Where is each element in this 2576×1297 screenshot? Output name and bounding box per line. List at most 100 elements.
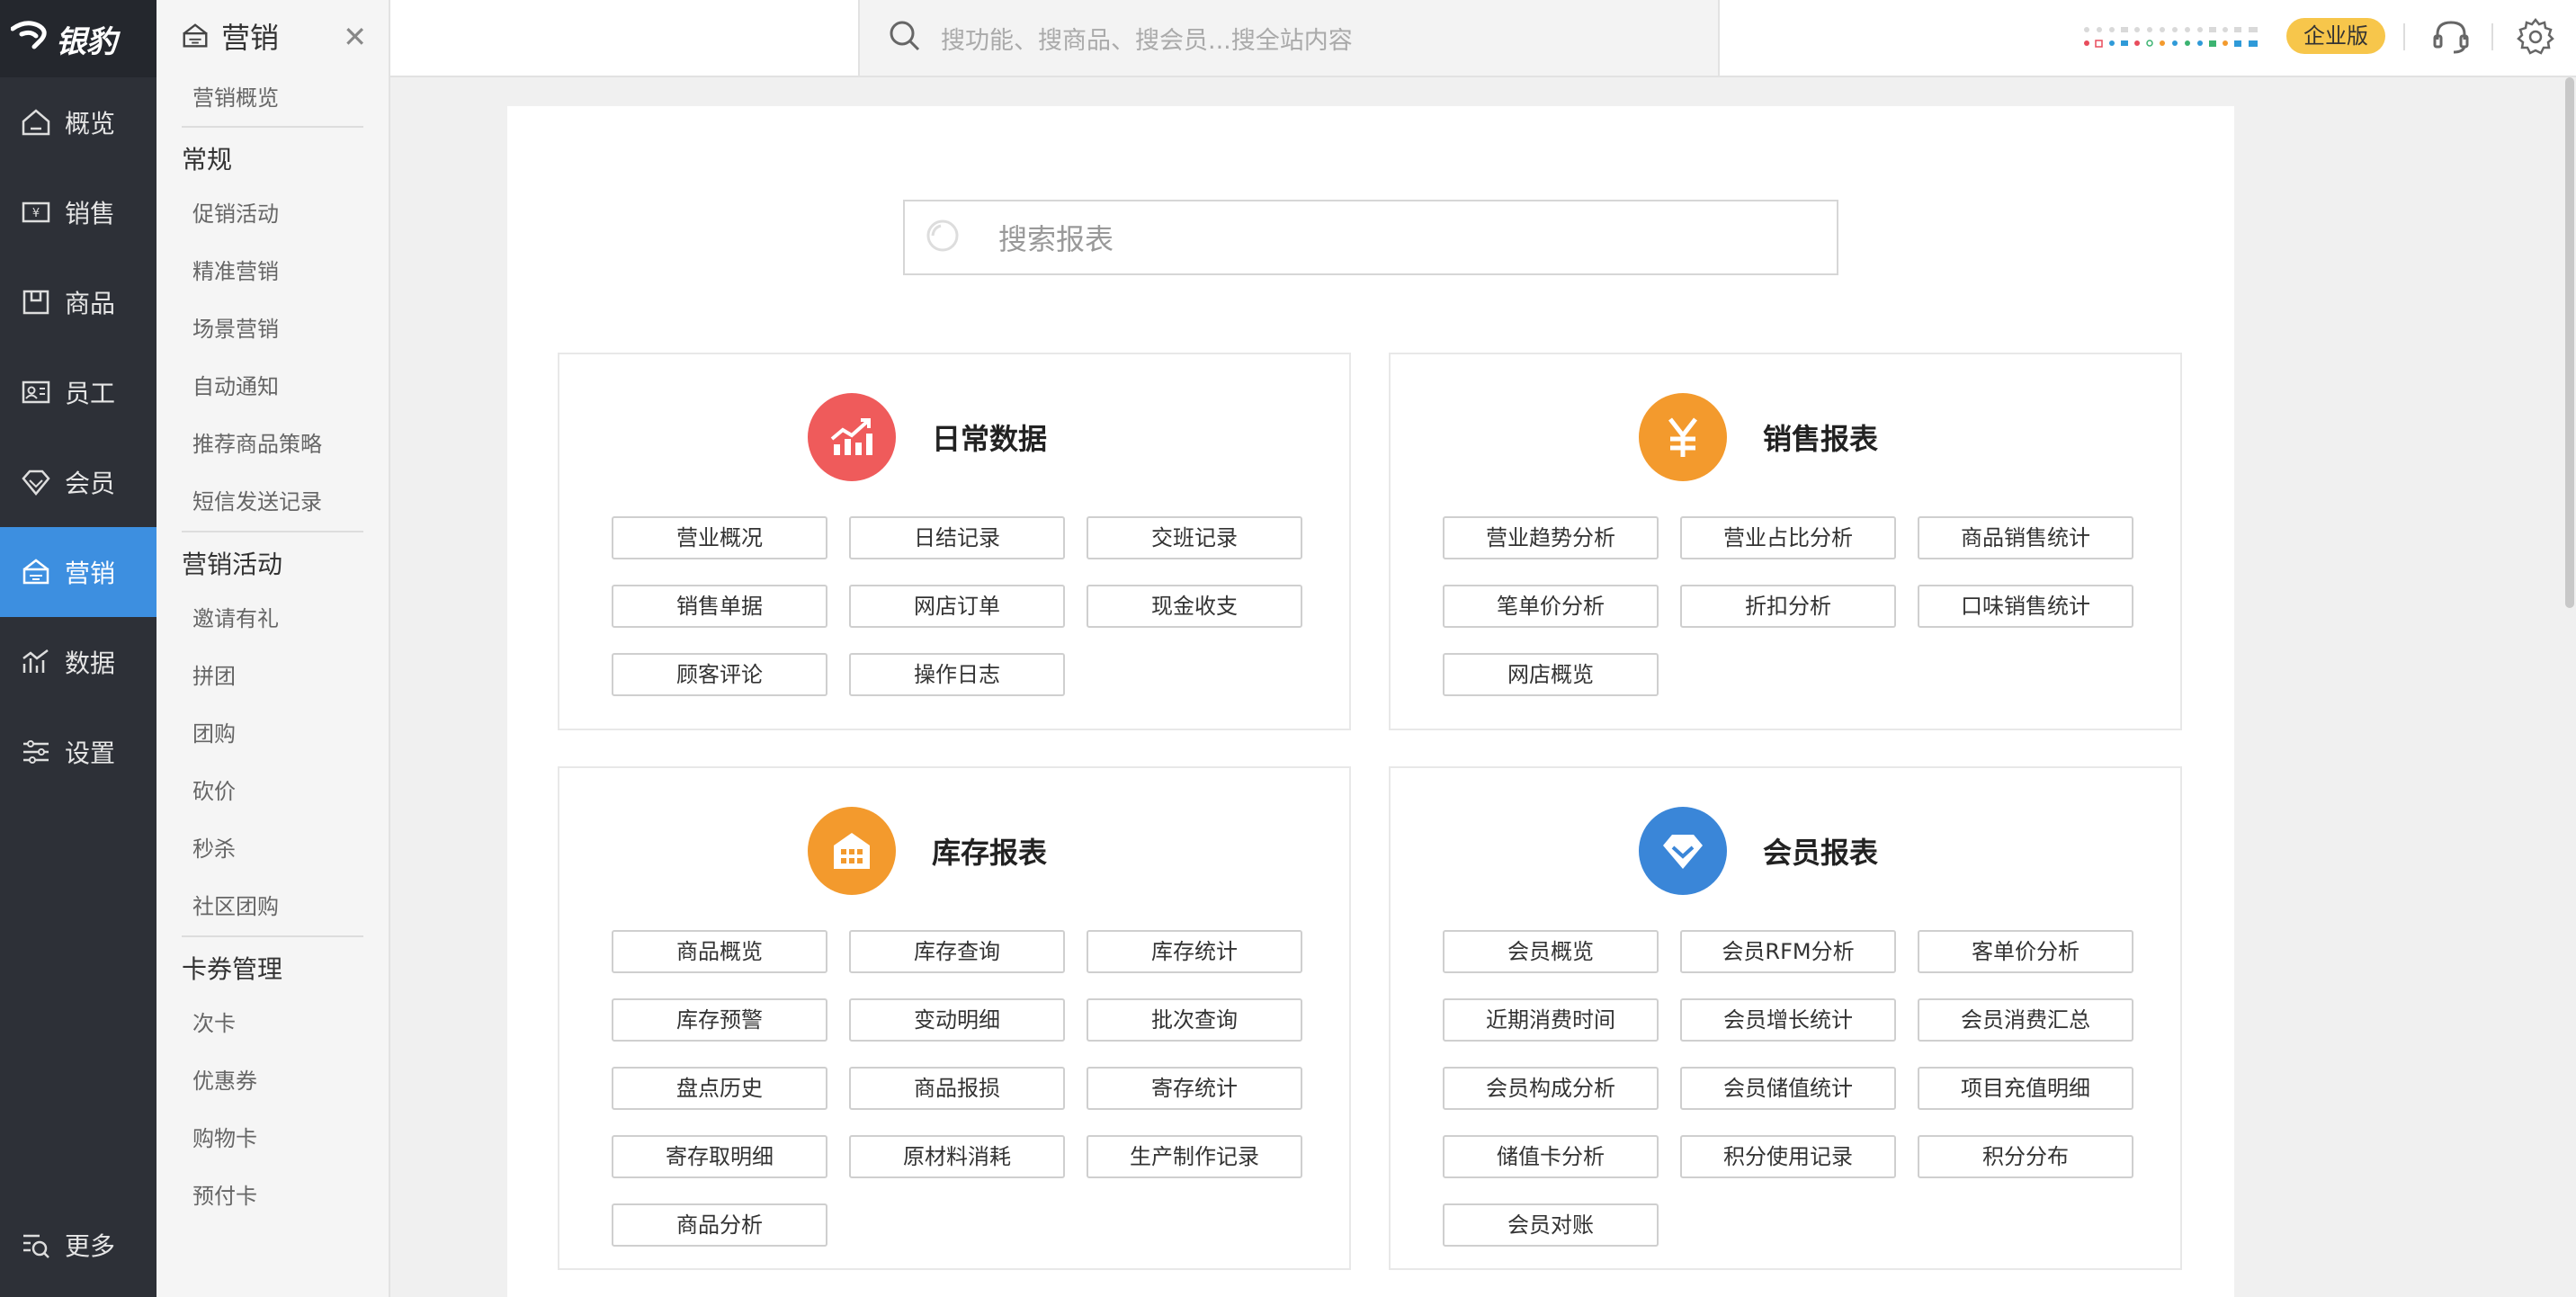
report-button[interactable]: 会员对账 (1443, 1203, 1659, 1247)
report-button[interactable]: 批次查询 (1087, 998, 1302, 1042)
report-button[interactable]: 寄存统计 (1087, 1067, 1302, 1110)
panel-title: 库存报表 (931, 836, 1047, 870)
nav-item-staff[interactable]: 员工 (0, 347, 157, 437)
report-button[interactable]: 日结记录 (849, 516, 1065, 559)
report-button[interactable]: 寄存取明细 (612, 1135, 827, 1178)
brand-logo[interactable]: 银豹 (0, 0, 157, 77)
nav-item-data[interactable]: 数据 (0, 617, 157, 707)
nav-item-marketing[interactable]: 营销 (0, 527, 157, 617)
subnav-item[interactable]: 自动通知 (157, 358, 389, 416)
page-scrollbar[interactable] (2565, 77, 2574, 608)
subnav-item[interactable]: 预付卡 (157, 1167, 389, 1225)
report-button[interactable]: 网店订单 (849, 585, 1065, 628)
report-button[interactable]: 网店概览 (1443, 653, 1659, 696)
top-bar: 搜功能、搜商品、搜会员...搜全站内容 企业版 (390, 0, 2576, 77)
subnav-item[interactable]: 短信发送记录 (157, 473, 389, 531)
search-placeholder: 搜功能、搜商品、搜会员...搜全站内容 (941, 26, 1353, 55)
id-card-icon (20, 376, 52, 408)
nav-item-products[interactable]: 商品 (0, 257, 157, 347)
report-button[interactable]: 顾客评论 (612, 653, 827, 696)
report-button[interactable]: 会员增长统计 (1680, 998, 1896, 1042)
report-button[interactable]: 客单价分析 (1918, 930, 2133, 973)
report-button[interactable]: 商品概览 (612, 930, 827, 973)
panel-header: 日常数据 (559, 392, 1349, 482)
report-button-grid: 营业趋势分析 营业占比分析 商品销售统计 笔单价分析 折扣分析 口味销售统计 网… (1443, 516, 2144, 696)
nav-item-label: 设置 (65, 738, 116, 768)
panel-title: 日常数据 (931, 422, 1047, 456)
subnav-item[interactable]: 砍价 (157, 763, 389, 820)
report-button[interactable]: 会员消费汇总 (1918, 998, 2133, 1042)
report-button[interactable]: 现金收支 (1087, 585, 1302, 628)
nav-item-settings[interactable]: 设置 (0, 707, 157, 797)
report-button[interactable]: 会员RFM分析 (1680, 930, 1896, 973)
report-button[interactable]: 商品分析 (612, 1203, 827, 1247)
subnav-item[interactable]: 优惠券 (157, 1052, 389, 1110)
subnav-item[interactable]: 团购 (157, 705, 389, 763)
nav-item-sales[interactable]: ¥ 销售 (0, 167, 157, 257)
report-button[interactable]: 储值卡分析 (1443, 1135, 1659, 1178)
report-button[interactable]: 变动明细 (849, 998, 1065, 1042)
report-button[interactable]: 口味销售统计 (1918, 585, 2133, 628)
report-button[interactable]: 交班记录 (1087, 516, 1302, 559)
trend-chart-icon (807, 393, 896, 481)
subnav-item[interactable]: 推荐商品策略 (157, 416, 389, 473)
report-button-grid: 营业概况 日结记录 交班记录 销售单据 网店订单 现金收支 顾客评论 操作日志 (612, 516, 1313, 696)
nav-item-members[interactable]: 会员 (0, 437, 157, 527)
panel-sales-reports: 销售报表 营业趋势分析 营业占比分析 商品销售统计 笔单价分析 折扣分析 口味销… (1389, 353, 2182, 730)
report-button[interactable]: 积分分布 (1918, 1135, 2133, 1178)
plugin-icons-cluster[interactable] (2081, 23, 2267, 50)
report-button[interactable]: 项目充值明细 (1918, 1067, 2133, 1110)
report-button[interactable]: 原材料消耗 (849, 1135, 1065, 1178)
report-search-placeholder: 搜索报表 (998, 222, 1114, 256)
nav-item-label: 数据 (65, 648, 116, 678)
subnav-item[interactable]: 购物卡 (157, 1110, 389, 1167)
panel-header: 库存报表 (559, 806, 1349, 896)
marketing-icon (180, 21, 210, 51)
home-icon (20, 106, 52, 139)
report-button[interactable]: 会员概览 (1443, 930, 1659, 973)
subnav-item[interactable]: 促销活动 (157, 185, 389, 243)
report-button[interactable]: 商品销售统计 (1918, 516, 2133, 559)
subnav-item[interactable]: 社区团购 (157, 878, 389, 935)
global-search-input[interactable]: 搜功能、搜商品、搜会员...搜全站内容 (858, 0, 1720, 76)
close-icon[interactable]: ✕ (343, 20, 367, 54)
report-button[interactable]: 销售单据 (612, 585, 827, 628)
diamond-icon (20, 466, 52, 498)
report-button[interactable]: 笔单价分析 (1443, 585, 1659, 628)
report-button[interactable]: 积分使用记录 (1680, 1135, 1896, 1178)
report-button[interactable]: 库存预警 (612, 998, 827, 1042)
headset-icon[interactable] (2430, 16, 2472, 58)
subnav-item[interactable]: 邀请有礼 (157, 590, 389, 648)
report-button[interactable]: 营业占比分析 (1680, 516, 1896, 559)
report-button[interactable]: 操作日志 (849, 653, 1065, 696)
report-button[interactable]: 商品报损 (849, 1067, 1065, 1110)
subnav-header: 营销 ✕ (157, 0, 389, 72)
nav-item-label: 销售 (65, 199, 116, 228)
nav-item-overview[interactable]: 概览 (0, 77, 157, 167)
edition-badge[interactable]: 企业版 (2286, 18, 2385, 54)
report-button[interactable]: 库存统计 (1087, 930, 1302, 973)
nav-more-button[interactable]: 更多 (0, 1218, 157, 1272)
report-button[interactable]: 生产制作记录 (1087, 1135, 1302, 1178)
report-button[interactable]: 会员构成分析 (1443, 1067, 1659, 1110)
subnav-item[interactable]: 秒杀 (157, 820, 389, 878)
report-button[interactable]: 盘点历史 (612, 1067, 827, 1110)
report-button[interactable]: 近期消费时间 (1443, 998, 1659, 1042)
gear-icon[interactable] (2515, 16, 2556, 58)
subnav-item[interactable]: 场景营销 (157, 300, 389, 358)
subnav-item[interactable]: 次卡 (157, 995, 389, 1052)
report-button-grid: 会员概览 会员RFM分析 客单价分析 近期消费时间 会员增长统计 会员消费汇总 … (1443, 930, 2144, 1247)
report-button[interactable]: 库存查询 (849, 930, 1065, 973)
report-button[interactable]: 折扣分析 (1680, 585, 1896, 628)
subnav-item-overview[interactable]: 营销概览 (157, 72, 389, 126)
subnav-item[interactable]: 拼团 (157, 648, 389, 705)
report-button[interactable]: 营业概况 (612, 516, 827, 559)
report-button[interactable]: 会员储值统计 (1680, 1067, 1896, 1110)
svg-text:¥: ¥ (32, 207, 40, 220)
search-icon (925, 216, 964, 259)
yen-icon (1638, 393, 1727, 481)
report-button[interactable]: 营业趋势分析 (1443, 516, 1659, 559)
marketing-subnav: 营销 ✕ 营销概览 常规 促销活动 精准营销 场景营销 自动通知 推荐商品策略 … (157, 0, 390, 1297)
subnav-item[interactable]: 精准营销 (157, 243, 389, 300)
report-search-input[interactable]: 搜索报表 (903, 200, 1838, 275)
